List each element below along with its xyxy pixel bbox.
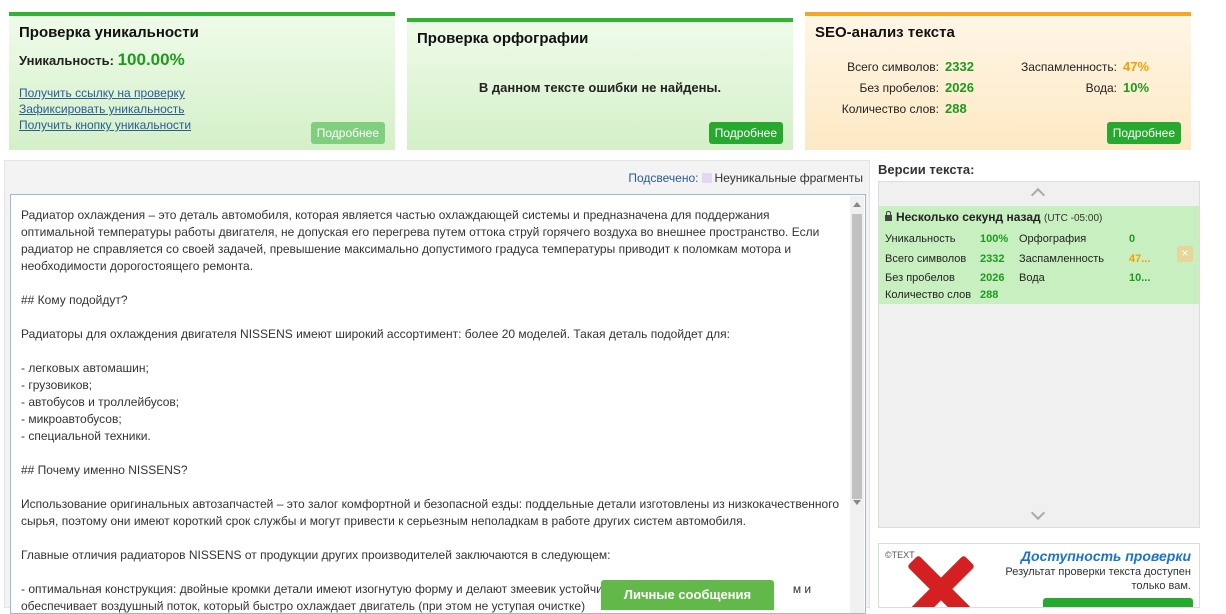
uniqueness-value: 100.00% [117, 50, 185, 69]
scroll-thumb[interactable] [852, 214, 862, 499]
delete-version-icon[interactable]: × [1177, 246, 1193, 262]
version-nospace: Без пробелов 2026 [885, 272, 1004, 284]
seo-words-label: Количество слов: [841, 102, 939, 116]
seo-words-value: 288 [945, 101, 967, 116]
get-uniqueness-button-link[interactable]: Получить кнопку уникальности [19, 117, 191, 133]
scroll-down-icon[interactable] [853, 500, 861, 505]
versions-title: Версии текста: [878, 162, 975, 177]
seo-water: Вода: 10% [1005, 80, 1149, 95]
highlight-legend: Подсвечено: Неуникальные фрагменты [628, 171, 863, 185]
version-spell: Орфография 0 [1019, 233, 1135, 245]
uniqueness-label: Уникальность: [19, 53, 114, 68]
seo-chars: Всего символов: 2332 [815, 59, 974, 74]
promo-title: Доступность проверки [1020, 548, 1191, 564]
version-water: Вода 10... [1019, 272, 1150, 284]
uniqueness-card: Проверка уникальности Уникальность: 100.… [9, 12, 395, 150]
version-words-value: 288 [980, 289, 999, 301]
version-title: Несколько секунд назад (UTC -05:00) [885, 210, 1102, 224]
version-water-label: Вода [1019, 272, 1045, 284]
chevron-up-icon[interactable] [1030, 187, 1046, 203]
spelling-card: Проверка орфографии В данном тексте ошиб… [407, 18, 793, 150]
version-spell-value: 0 [1129, 233, 1136, 245]
version-spam-label: Заспамленность [1019, 253, 1104, 265]
seo-more-button[interactable]: Подробнее [1106, 122, 1181, 144]
uniqueness-more-button[interactable]: Подробнее [310, 122, 385, 144]
version-entry[interactable]: Несколько секунд назад (UTC -05:00) Уник… [879, 206, 1199, 304]
version-nospace-label: Без пробелов [885, 272, 955, 284]
version-water-value: 10... [1129, 272, 1151, 284]
seo-spam-value: 47% [1123, 59, 1150, 74]
legend-lead: Подсвечено: [628, 171, 699, 185]
text-panel: Подсвечено: Неуникальные фрагменты Радиат… [4, 160, 870, 614]
editor-scrollbar[interactable] [850, 196, 864, 613]
seo-spam-label: Заспамленность: [1020, 60, 1117, 74]
chevron-down-icon[interactable] [1030, 505, 1046, 521]
seo-words: Количество слов: 288 [815, 101, 967, 116]
fix-uniqueness-link[interactable]: Зафиксировать уникальность [19, 101, 191, 117]
seo-nospace-value: 2026 [945, 80, 974, 95]
version-words: Количество слов 288 [885, 289, 998, 301]
version-spam: Заспамленность 47... [1019, 253, 1150, 265]
legend-label: Неуникальные фрагменты [714, 171, 863, 185]
version-spell-label: Орфография [1019, 233, 1087, 245]
version-spam-value: 47... [1129, 253, 1151, 265]
promo-button[interactable] [1043, 598, 1193, 607]
get-check-link[interactable]: Получить ссылку на проверку [19, 85, 191, 101]
version-time: Несколько секунд назад [896, 210, 1041, 224]
seo-title: SEO-анализ текста [815, 24, 955, 41]
uniqueness-links: Получить ссылку на проверку Зафиксироват… [19, 85, 191, 133]
seo-chars-value: 2332 [945, 59, 974, 74]
lock-icon [885, 211, 892, 221]
version-uniq: Уникальность 100% [885, 233, 1008, 245]
promo-subtitle: Результат проверки текста доступен тольк… [1005, 566, 1191, 592]
version-timezone: (UTC -05:00) [1043, 213, 1103, 224]
version-chars-label: Всего символов [885, 253, 967, 265]
versions-list: Несколько секунд назад (UTC -05:00) Уник… [878, 181, 1200, 528]
text-editor[interactable]: Радиатор охлаждения – это деталь автомоб… [10, 194, 866, 614]
seo-card: SEO-анализ текста Всего символов: 2332 Бе… [805, 12, 1191, 150]
legend-swatch [702, 173, 713, 183]
availability-promo: ©TEXT Доступность проверки Результат про… [878, 543, 1200, 608]
scroll-up-icon[interactable] [853, 202, 861, 207]
uniqueness-title: Проверка уникальности [19, 24, 199, 41]
version-chars-value: 2332 [980, 253, 1005, 265]
seo-nospace: Без пробелов: 2026 [815, 80, 974, 95]
version-words-label: Количество слов [885, 289, 972, 301]
seo-water-value: 10% [1123, 80, 1150, 95]
seo-spam: Заспамленность: 47% [1005, 59, 1149, 74]
version-uniq-label: Уникальность [885, 233, 956, 245]
uniqueness-result: Уникальность: 100.00% [19, 50, 185, 70]
version-nospace-value: 2026 [980, 272, 1005, 284]
version-chars: Всего символов 2332 [885, 253, 1004, 265]
spelling-more-button[interactable]: Подробнее [708, 122, 783, 144]
spelling-title: Проверка орфографии [417, 30, 589, 47]
version-uniq-value: 100% [980, 233, 1009, 245]
seo-nospace-label: Без пробелов: [859, 81, 940, 95]
spelling-message: В данном тексте ошибки не найдены. [478, 80, 722, 95]
cross-icon [905, 554, 975, 607]
seo-chars-label: Всего символов: [847, 60, 939, 74]
editor-text[interactable]: Радиатор охлаждения – это деталь автомоб… [21, 207, 843, 613]
private-messages-button[interactable]: Личные сообщения [601, 580, 774, 610]
seo-water-label: Вода: [1085, 81, 1117, 95]
